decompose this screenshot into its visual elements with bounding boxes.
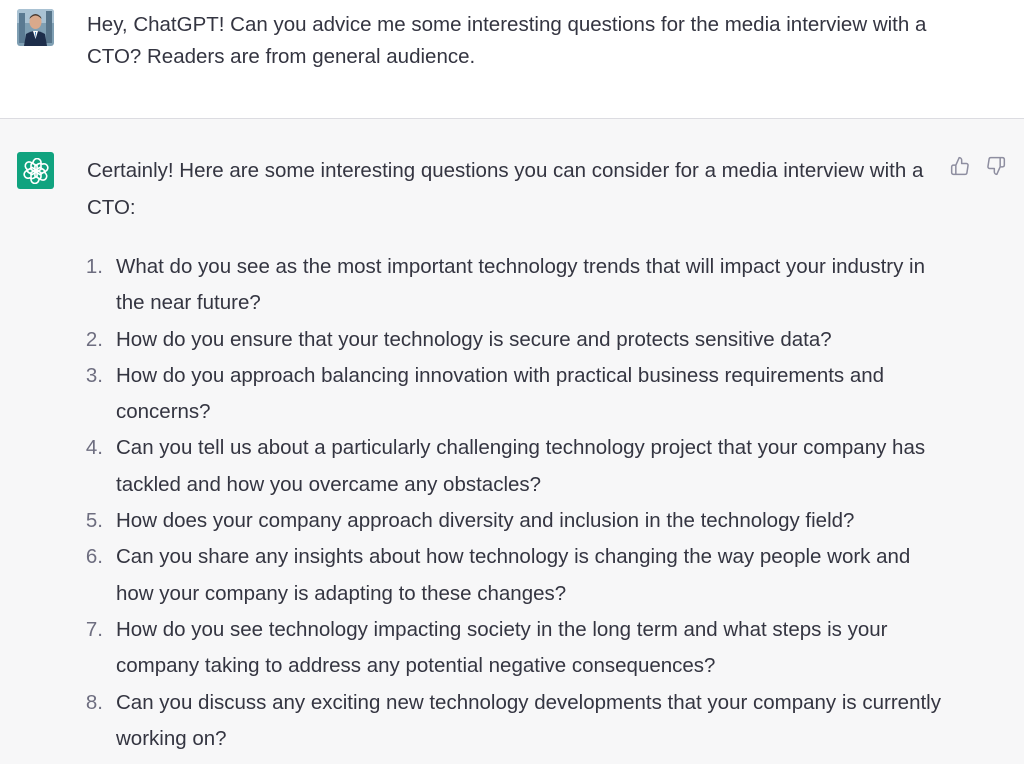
assistant-message-row: Certainly! Here are some interesting que… — [0, 120, 1024, 764]
list-item: 2. How do you ensure that your technology… — [76, 322, 946, 358]
list-item: 1. What do you see as the most important … — [76, 249, 946, 322]
list-number: 1. — [85, 255, 103, 278]
list-item-text: What do you see as the most important te… — [116, 255, 925, 315]
thumbs-up-icon[interactable] — [949, 155, 971, 177]
list-item-text: How do you ensure that your technology i… — [116, 327, 832, 351]
list-item-text: Can you discuss any exciting new technol… — [116, 690, 941, 750]
list-item: 7. How do you see technology impacting so… — [76, 612, 946, 685]
list-item: 4. Can you tell us about a particularly c… — [76, 430, 946, 503]
thumbs-down-icon[interactable] — [985, 155, 1007, 177]
list-item-text: Can you tell us about a particularly cha… — [116, 436, 926, 496]
list-item-text: Can you share any insights about how tec… — [116, 545, 911, 605]
list-number: 8. — [85, 690, 103, 714]
question-list: 1. What do you see as the most important … — [76, 249, 946, 757]
user-avatar — [17, 9, 54, 46]
list-number: 6. — [85, 545, 103, 569]
list-number: 3. — [85, 363, 103, 387]
user-message-text: Hey, ChatGPT! Can you advice me some int… — [87, 13, 927, 68]
assistant-intro-text: Certainly! Here are some interesting que… — [87, 159, 924, 219]
list-item-text: How does your company approach diversity… — [116, 509, 855, 533]
list-item: 3. How do you approach balancing innovati… — [76, 358, 946, 431]
list-item: 8. Can you discuss any exciting new techn… — [76, 685, 946, 758]
list-item: 5. How does your company approach diversi… — [76, 503, 946, 539]
list-number: 2. — [85, 327, 103, 351]
list-item: 6. Can you share any insights about how t… — [76, 539, 946, 612]
list-item-text: How do you approach balancing innovation… — [116, 363, 885, 424]
list-number: 4. — [85, 436, 103, 460]
list-number: 7. — [85, 617, 103, 641]
list-number: 5. — [85, 509, 103, 533]
openai-logo-icon — [17, 152, 54, 189]
user-message-row: Hey, ChatGPT! Can you advice me some int… — [0, 0, 1024, 119]
list-item-text: How do you see technology impacting soci… — [116, 617, 888, 678]
